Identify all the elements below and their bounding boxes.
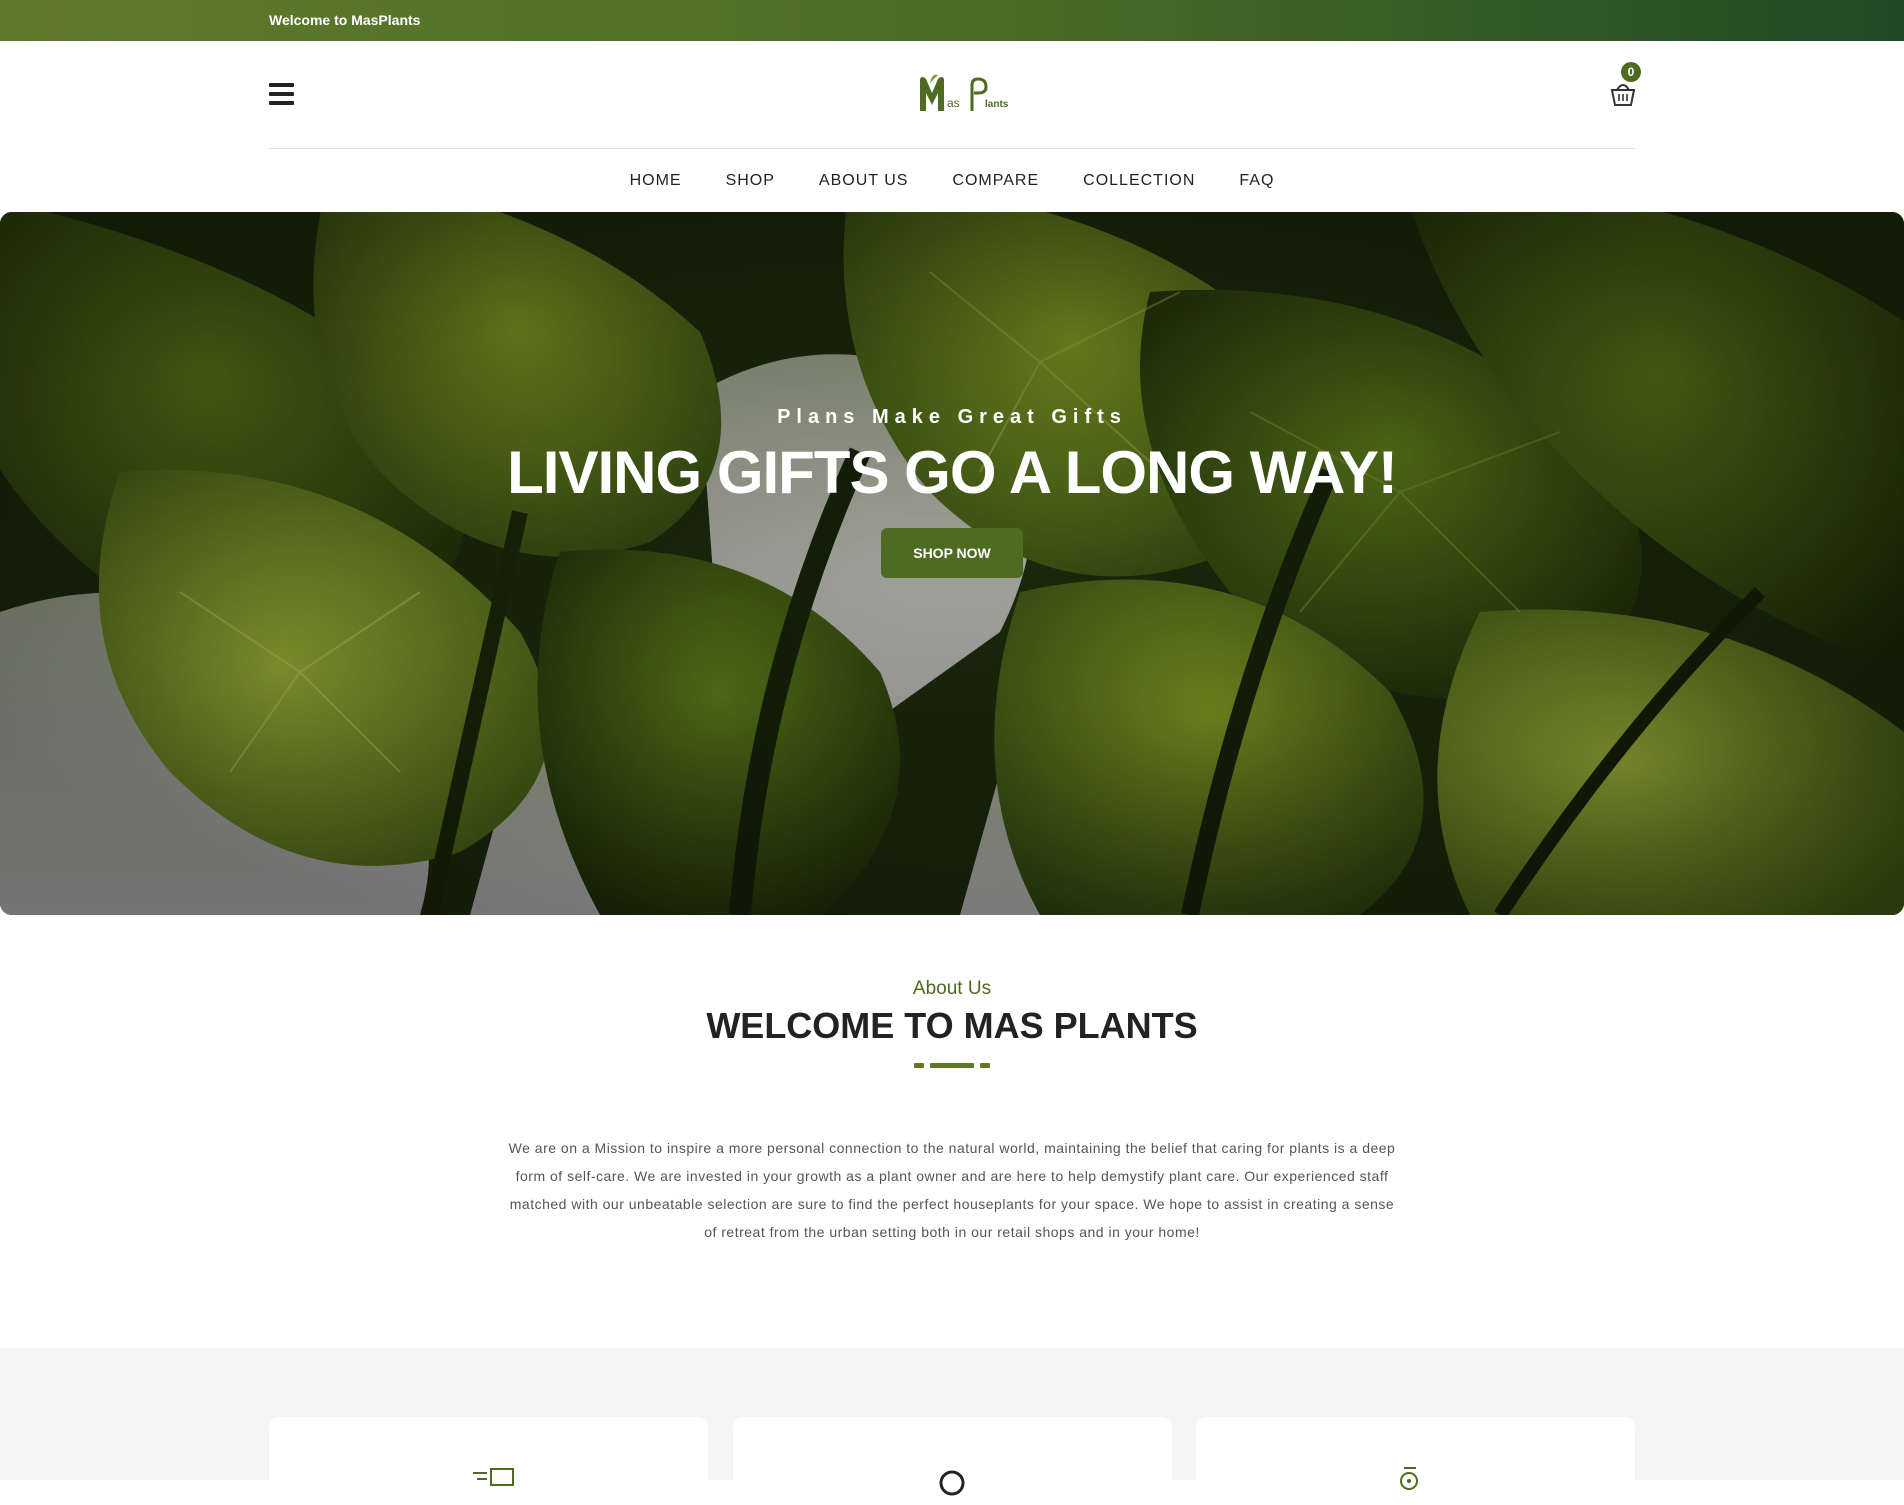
feature-card-support bbox=[1196, 1417, 1635, 1497]
svg-text:as: as bbox=[947, 96, 960, 110]
hero-title: LIVING GIFTS GO A LONG WAY! bbox=[507, 439, 1398, 506]
svg-text:lants: lants bbox=[985, 99, 1009, 110]
hamburger-menu-icon[interactable] bbox=[269, 83, 294, 105]
nav-item-faq[interactable]: FAQ bbox=[1239, 172, 1274, 196]
feature-card-location bbox=[733, 1417, 1172, 1497]
nav-item-compare[interactable]: COMPARE bbox=[952, 172, 1039, 196]
nav-item-about-us[interactable]: ABOUT US bbox=[819, 172, 909, 196]
location-pin-icon bbox=[939, 1470, 965, 1496]
nav-item-collection[interactable]: COLLECTION bbox=[1083, 172, 1195, 196]
masplants-logo-icon: as lants bbox=[920, 74, 1009, 111]
shop-now-button[interactable]: SHOP NOW bbox=[881, 528, 1023, 578]
nav-item-home[interactable]: HOME bbox=[630, 172, 682, 196]
site-logo[interactable]: as lants bbox=[916, 71, 1016, 117]
cart-count-badge: 0 bbox=[1621, 62, 1641, 82]
nav-item-shop[interactable]: SHOP bbox=[726, 172, 775, 196]
delivery-truck-icon bbox=[473, 1468, 514, 1486]
support-agent-icon bbox=[1400, 1467, 1418, 1490]
main-navigation: HOME SHOP ABOUT US COMPARE COLLECTION FA… bbox=[0, 172, 1904, 196]
cart-basket-icon[interactable] bbox=[1608, 79, 1638, 109]
header-divider bbox=[269, 148, 1635, 149]
title-divider bbox=[914, 1063, 990, 1068]
hero-subtitle: Plans Make Great Gifts bbox=[777, 406, 1127, 428]
feature-card-delivery bbox=[269, 1417, 708, 1497]
about-section-subtitle: About Us bbox=[912, 978, 992, 999]
about-section-title: WELCOME TO MAS PLANTS bbox=[706, 1005, 1198, 1046]
about-paragraph: We are on a Mission to inspire a more pe… bbox=[508, 1140, 1396, 1240]
site-header: as lants 0 bbox=[0, 41, 1904, 149]
features-section bbox=[0, 1348, 1904, 1497]
top-announcement-bar: Welcome to MasPlants bbox=[0, 0, 1904, 41]
welcome-message: Welcome to MasPlants bbox=[269, 12, 421, 28]
